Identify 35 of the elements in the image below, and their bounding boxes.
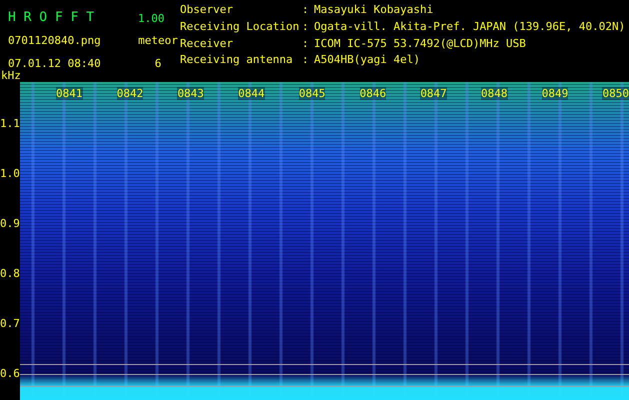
info-separator: : — [302, 53, 310, 68]
info-value: A504HB(yagi 4el) — [314, 53, 421, 68]
time-label: 0850 — [602, 87, 629, 100]
info-value: ICOM IC-575 53.7492(@LCD)MHz USB — [314, 36, 527, 52]
info-label: Receiving antenna — [180, 53, 294, 68]
time-label: 0849 — [542, 87, 568, 100]
time-label: 0847 — [420, 87, 447, 100]
time-label: 0848 — [481, 87, 508, 100]
meteor-label: meteor — [138, 34, 178, 48]
frequency-label: 1.1 — [0, 118, 20, 130]
frequency-label: 0.6 — [0, 368, 20, 380]
meteor-count: 6 — [154, 57, 162, 70]
time-label: 0844 — [238, 87, 265, 100]
info-label: Observer — [180, 3, 234, 18]
file-name: 0701120840.png — [8, 34, 102, 48]
app-version: 1.00 — [138, 12, 166, 25]
unit-label: kHz — [0, 70, 22, 82]
time-label: 0841 — [56, 87, 82, 100]
info-separator: : — [302, 36, 310, 52]
info-separator: : — [302, 20, 310, 35]
time-label: 0842 — [116, 87, 144, 100]
info-value: Masayuki Kobayashi — [314, 3, 434, 18]
info-value: Ogata-vill. Akita-Pref. JAPAN (139.96E, 40.02N) — [314, 20, 626, 35]
time-label: 0845 — [298, 87, 326, 100]
info-label: Receiver — [180, 36, 234, 52]
frequency-label: 0.9 — [0, 218, 20, 230]
date-time: 07.01.12 08:40 — [8, 57, 102, 70]
frequency-label: 1.0 — [0, 168, 20, 180]
info-separator: : — [302, 3, 310, 18]
frequency-label: 0.8 — [0, 268, 20, 280]
app-name: H R O F F T — [8, 10, 96, 25]
frequency-label: 0.7 — [0, 318, 20, 330]
time-label: 0843 — [177, 87, 204, 100]
time-label: 0846 — [360, 87, 386, 100]
info-label: Receiving Location — [180, 20, 300, 35]
